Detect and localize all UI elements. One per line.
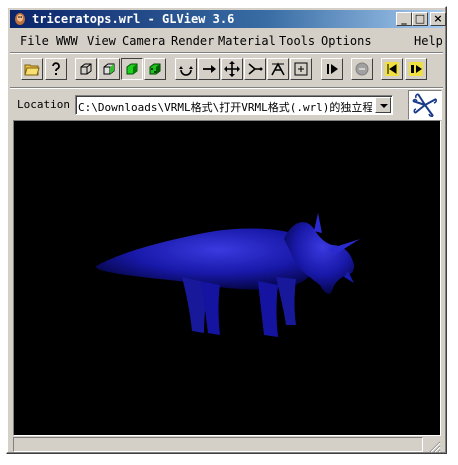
textured-button[interactable] xyxy=(144,58,166,80)
rotate-icon xyxy=(179,66,193,76)
move-icon xyxy=(224,61,240,77)
target-button[interactable] xyxy=(290,58,312,80)
help-cursor-icon xyxy=(52,62,60,75)
menu-www[interactable]: WWW xyxy=(56,34,78,48)
walk-icon xyxy=(248,63,263,75)
menu-render[interactable]: Render xyxy=(171,34,214,48)
menu-options[interactable]: Options xyxy=(321,34,372,48)
play-icon xyxy=(327,64,338,74)
textured-cube-icon xyxy=(149,63,161,75)
menu-material[interactable]: Material xyxy=(218,34,276,48)
glview-logo xyxy=(408,90,442,120)
triceratops-model[interactable] xyxy=(14,121,440,435)
next-viewpoint-icon xyxy=(409,62,423,76)
wireframe-button[interactable] xyxy=(75,58,97,80)
location-label: Location xyxy=(17,98,70,111)
dropdown-arrow-icon[interactable] xyxy=(375,97,391,113)
stop-button[interactable] xyxy=(351,58,373,80)
flat-shading-button[interactable] xyxy=(98,58,120,80)
window-title: triceratops.wrl - GLView 3.6 xyxy=(32,12,235,26)
menu-camera[interactable]: Camera xyxy=(122,34,165,48)
menu-bar: File WWW View Camera Render Material Too… xyxy=(10,31,443,50)
stop-icon xyxy=(355,62,369,76)
toolbar xyxy=(15,56,440,84)
target-icon xyxy=(294,62,308,76)
location-combobox[interactable]: C:\Downloads\VRML格式\打开VRML格式(.wrl)的独立程 xyxy=(75,95,393,115)
fly-icon xyxy=(271,62,285,76)
translate-icon xyxy=(203,65,216,73)
resize-grip-icon[interactable] xyxy=(427,439,441,453)
next-viewpoint-button[interactable] xyxy=(405,58,427,80)
menu-view[interactable]: View xyxy=(87,34,116,48)
close-button[interactable]: × xyxy=(430,12,446,26)
status-bar xyxy=(13,437,441,453)
smooth-cube-icon xyxy=(126,63,138,75)
open-folder-icon xyxy=(24,64,40,76)
menu-file[interactable]: File xyxy=(20,34,49,48)
location-value[interactable]: C:\Downloads\VRML格式\打开VRML格式(.wrl)的独立程 xyxy=(78,99,372,115)
menu-help[interactable]: Help xyxy=(414,34,443,48)
glview-window: triceratops.wrl - GLView 3.6 _ □ × File … xyxy=(6,6,447,454)
prev-viewpoint-icon xyxy=(385,62,399,76)
glview-app-icon[interactable] xyxy=(13,12,27,26)
play-button[interactable] xyxy=(321,58,343,80)
location-bar: Location C:\Downloads\VRML格式\打开VRML格式(.w… xyxy=(10,90,443,120)
move-button[interactable] xyxy=(221,58,243,80)
fly-button[interactable] xyxy=(267,58,289,80)
open-file-button[interactable] xyxy=(21,58,43,80)
rotate-button[interactable] xyxy=(175,58,197,80)
title-bar[interactable]: triceratops.wrl - GLView 3.6 _ □ × xyxy=(10,10,446,28)
3d-viewport[interactable] xyxy=(13,120,441,436)
menu-tools[interactable]: Tools xyxy=(279,34,315,48)
toolbar-separator xyxy=(10,87,443,89)
spinning-star-icon xyxy=(412,93,437,117)
smooth-shading-button[interactable] xyxy=(121,58,143,80)
minimize-button[interactable]: _ xyxy=(396,12,412,26)
menu-separator xyxy=(10,52,443,54)
wireframe-cube-icon xyxy=(80,63,92,75)
prev-viewpoint-button[interactable] xyxy=(381,58,403,80)
status-pane xyxy=(13,437,423,452)
flat-cube-icon xyxy=(103,63,115,75)
help-button[interactable] xyxy=(45,58,67,80)
translate-button[interactable] xyxy=(198,58,220,80)
maximize-button[interactable]: □ xyxy=(412,12,428,26)
walk-button[interactable] xyxy=(244,58,266,80)
